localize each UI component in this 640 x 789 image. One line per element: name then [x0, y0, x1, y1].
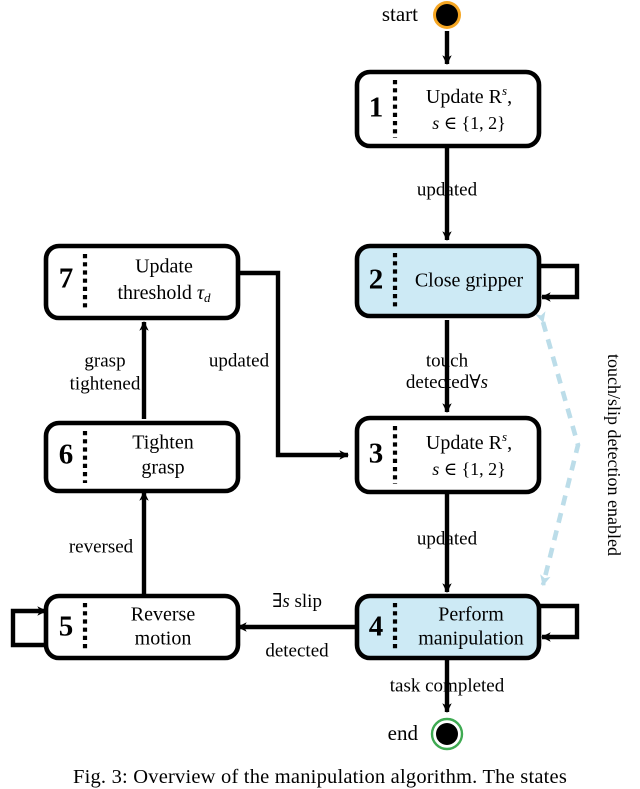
- state-2-number: 2: [369, 264, 384, 296]
- edge-3-to-4: updated: [417, 492, 478, 594]
- figure-container: updated touch detected∀s updated task co…: [0, 0, 640, 789]
- edge-2-to-3: touch detected∀s: [406, 320, 488, 414]
- edge-label-2-to-3-detected: detected: [406, 372, 470, 393]
- edge-label-4-to-end: task completed: [390, 675, 505, 696]
- state-7-number: 7: [59, 263, 74, 295]
- edge-label-4-to-5-line2: detected: [265, 640, 329, 661]
- dashed-link-annotation: touch/slip detection enabled: [604, 354, 624, 556]
- dashed-link-2-4: [535, 311, 581, 587]
- dashed-link-annotation-text: touch/slip detection enabled: [604, 354, 624, 556]
- edge-label-4-to-5-line1: ∃s slip: [272, 591, 322, 612]
- state-node-5[interactable]: 5 Reverse motion: [43, 593, 241, 661]
- state-node-1[interactable]: 1 Update Rs, s ∈ {1, 2}: [354, 69, 542, 149]
- state-2-label: Close gripper: [415, 270, 524, 292]
- state-node-4[interactable]: 4 Perform manipulation: [354, 593, 542, 661]
- start-terminal[interactable]: start: [382, 1, 461, 29]
- edge-label-5-to-6: reversed: [69, 536, 134, 557]
- edge-label-1-to-2: updated: [417, 179, 478, 200]
- edge-label-2-to-3-forall: ∀: [469, 372, 481, 393]
- state-1-set: ∈ {1, 2}: [439, 113, 506, 133]
- state-node-6[interactable]: 6 Tighten grasp: [43, 420, 241, 494]
- state-7-sub: d: [204, 290, 211, 305]
- state-3-set: ∈ {1, 2}: [439, 459, 506, 479]
- edge-label-6-to-7-line2: tightened: [70, 373, 141, 394]
- state-node-2[interactable]: 2 Close gripper: [354, 243, 542, 319]
- state-1-comma: ,: [507, 86, 512, 108]
- start-node-dot: [436, 4, 458, 26]
- edge-label-4-to-5-s: s: [282, 591, 289, 612]
- edge-5-to-6: reversed: [69, 490, 149, 597]
- state-5-label-line2: motion: [135, 628, 192, 650]
- state-6-label-line1: Tighten: [132, 432, 194, 454]
- end-label: end: [388, 721, 419, 745]
- state-4-label-line1: Perform: [438, 604, 504, 626]
- state-1-box: [354, 69, 542, 149]
- start-label: start: [382, 2, 418, 26]
- state-5-label-line1: Reverse: [131, 604, 196, 626]
- state-7-label-line1: Update: [135, 256, 193, 278]
- state-6-number: 6: [59, 439, 74, 471]
- state-3-label-line2: s ∈ {1, 2}: [432, 459, 506, 479]
- edge-4-to-5: ∃s slip detected: [236, 591, 357, 661]
- state-node-3[interactable]: 3 Update Rs, s ∈ {1, 2}: [354, 415, 542, 495]
- state-5-number: 5: [59, 611, 74, 643]
- state-3-comma: ,: [507, 432, 512, 454]
- state-machine-diagram: updated touch detected∀s updated task co…: [10, 1, 624, 751]
- state-3-number: 3: [369, 438, 384, 470]
- edge-label-6-to-7-line1: grasp: [84, 350, 125, 371]
- edge-2-self-loop: [537, 263, 580, 302]
- edge-label-2-to-3-line1: touch: [426, 350, 469, 371]
- edge-label-2-to-3-line2: detected∀s: [406, 372, 488, 393]
- end-terminal[interactable]: end: [388, 717, 464, 751]
- state-3-label-line1: Update Rs,: [426, 429, 512, 454]
- state-6-label-line2: grasp: [141, 457, 184, 479]
- figure-caption: Fig. 3: Overview of the manipulation alg…: [72, 766, 568, 788]
- edge-4-to-end: task completed: [390, 660, 505, 714]
- state-1-update: Update R: [426, 86, 503, 108]
- edge-label-7-to-3: updated: [209, 350, 270, 371]
- state-4-label-line2: manipulation: [418, 628, 524, 650]
- state-4-number: 4: [369, 611, 384, 643]
- edge-label-4-to-5-exists: ∃: [272, 591, 282, 612]
- edge-4-self-loop: [537, 603, 580, 642]
- state-7-label-line2: threshold τd: [117, 282, 211, 305]
- edge-6-to-7: grasp tightened: [70, 320, 149, 419]
- state-1-label-line2: s ∈ {1, 2}: [432, 113, 506, 133]
- edge-label-4-to-5-slip: slip: [290, 591, 322, 612]
- end-node-dot: [436, 723, 458, 745]
- state-3-s: s: [432, 459, 439, 479]
- state-1-number: 1: [369, 92, 384, 124]
- edge-label-2-to-3-s: s: [481, 372, 488, 393]
- edge-1-to-2: updated: [417, 148, 478, 242]
- state-3-box: [354, 415, 542, 495]
- state-7-threshold: threshold: [117, 282, 196, 304]
- state-node-7[interactable]: 7 Update threshold τd: [43, 243, 241, 321]
- edge-label-3-to-4: updated: [417, 528, 478, 549]
- state-3-update: Update R: [426, 432, 503, 454]
- state-1-s: s: [432, 113, 439, 133]
- state-1-label-line1: Update Rs,: [426, 83, 512, 108]
